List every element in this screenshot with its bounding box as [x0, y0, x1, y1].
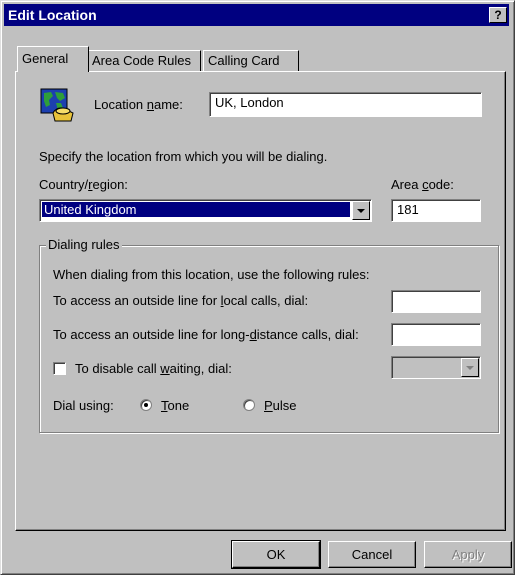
- long-distance-label: To access an outside line for long-dista…: [53, 327, 359, 342]
- disable-call-waiting-label[interactable]: To disable call waiting, dial:: [75, 361, 232, 376]
- area-code-value: 181: [397, 202, 419, 217]
- area-code-field[interactable]: 181: [391, 199, 481, 222]
- country-dropdown-button[interactable]: [352, 201, 370, 220]
- chevron-down-icon: [357, 209, 365, 213]
- tab-calling-card[interactable]: Calling Card: [203, 50, 299, 71]
- chevron-down-icon: [466, 366, 474, 370]
- ok-button[interactable]: OK: [231, 540, 321, 569]
- tone-label[interactable]: Tone: [161, 398, 189, 413]
- dial-using-label: Dial using:: [53, 398, 114, 413]
- long-distance-field[interactable]: [391, 323, 481, 346]
- cancel-button[interactable]: Cancel: [328, 541, 416, 568]
- location-name-field[interactable]: UK, London: [209, 92, 482, 117]
- pulse-label[interactable]: Pulse: [264, 398, 297, 413]
- location-globe-phone-icon: [40, 88, 74, 122]
- dialing-rules-intro: When dialing from this location, use the…: [53, 267, 370, 282]
- country-region-value: United Kingdom: [42, 202, 350, 217]
- help-button[interactable]: ?: [489, 7, 507, 23]
- local-calls-field[interactable]: [391, 290, 481, 313]
- edit-location-dialog: Edit Location ? General Area Code Rules …: [0, 0, 515, 575]
- location-name-value: UK, London: [215, 95, 284, 110]
- tab-area-code-rules[interactable]: Area Code Rules: [87, 50, 201, 71]
- dialing-rules-label: Dialing rules: [46, 237, 122, 252]
- country-region-select[interactable]: United Kingdom: [39, 199, 372, 222]
- local-calls-label: To access an outside line for local call…: [53, 293, 309, 308]
- location-name-label: Location name:: [94, 97, 183, 112]
- disable-call-waiting-checkbox[interactable]: [53, 362, 66, 375]
- country-region-label: Country/region:: [39, 177, 128, 192]
- tab-area-code-rules-label: Area Code Rules: [92, 53, 191, 68]
- area-code-label: Area code:: [391, 177, 454, 192]
- pulse-radio[interactable]: [243, 399, 255, 411]
- call-waiting-code-select[interactable]: [391, 356, 481, 379]
- title-bar[interactable]: Edit Location ?: [4, 4, 509, 26]
- tab-general[interactable]: General: [17, 46, 89, 72]
- apply-button[interactable]: Apply: [424, 541, 512, 568]
- specify-location-text: Specify the location from which you will…: [39, 149, 328, 164]
- tone-radio[interactable]: [140, 399, 152, 411]
- window-title: Edit Location: [8, 7, 97, 23]
- radio-selected-dot: [144, 403, 148, 407]
- call-waiting-dropdown-button[interactable]: [461, 358, 479, 377]
- tab-calling-card-label: Calling Card: [208, 53, 280, 68]
- tab-general-label: General: [22, 51, 69, 66]
